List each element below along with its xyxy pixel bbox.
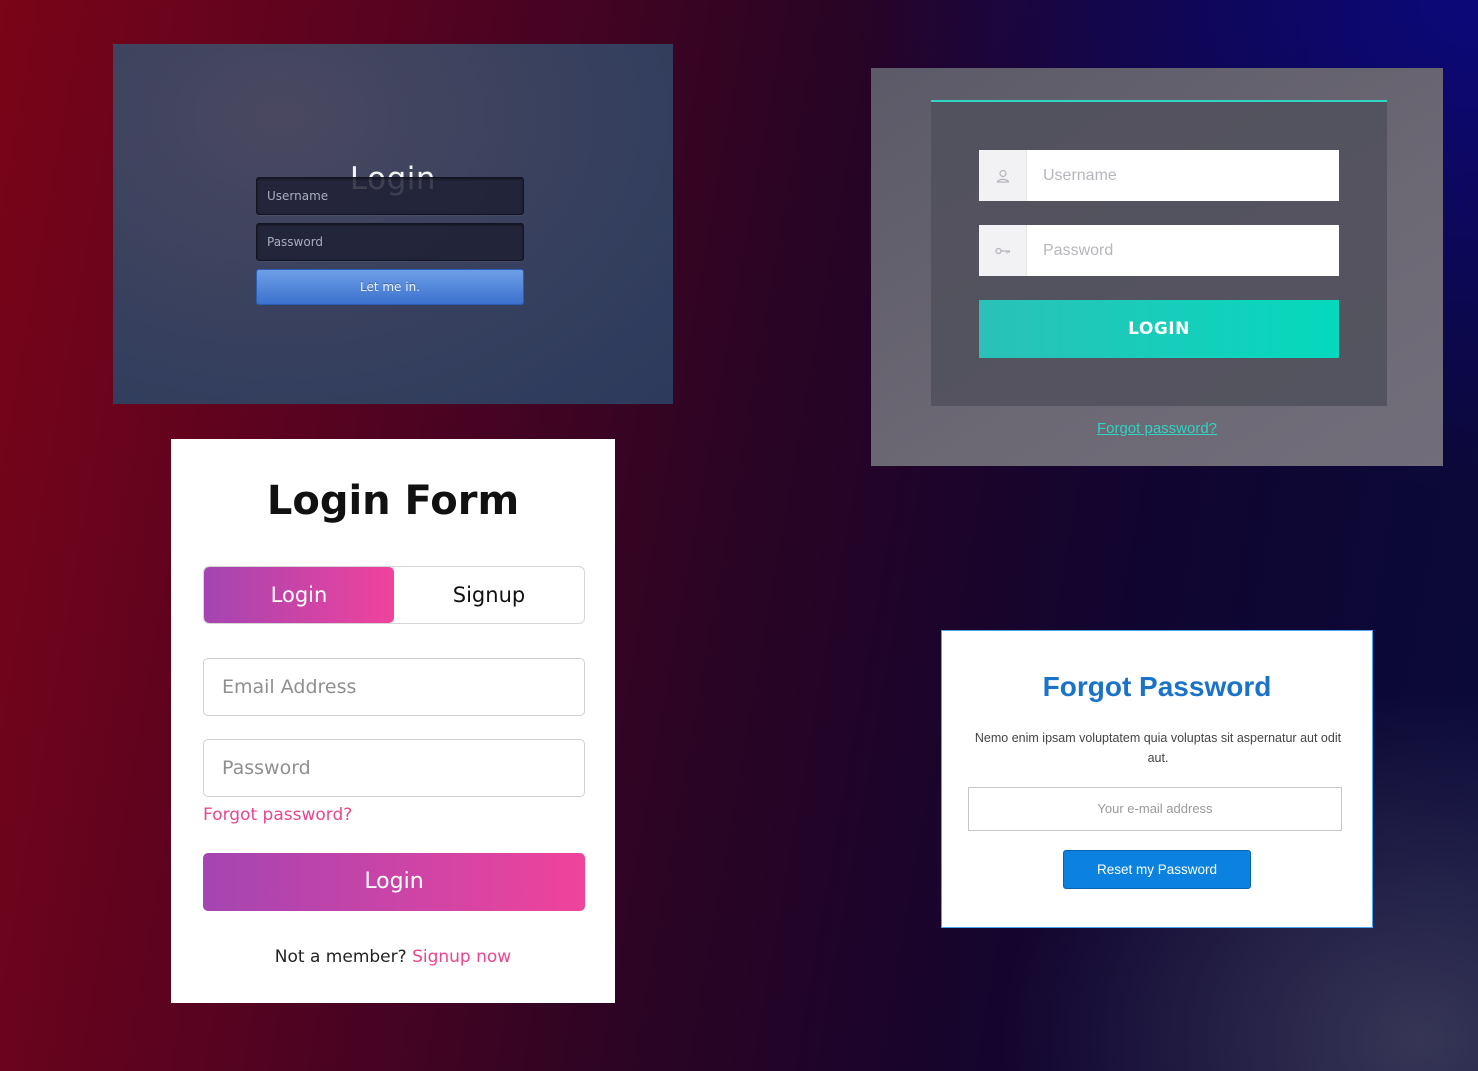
login-signup-tabs: Login Signup xyxy=(203,566,585,624)
member-text: Not a member? xyxy=(274,947,407,967)
reset-password-button[interactable]: Reset my Password xyxy=(1063,850,1251,889)
username-field[interactable]: Username xyxy=(979,150,1339,201)
login-button[interactable]: LOGIN xyxy=(979,300,1339,358)
signup-prompt: Not a member? Signup now xyxy=(171,947,615,967)
login-panel-teal: Username Password LOGIN Forgot password? xyxy=(871,68,1443,466)
password-placeholder: Password xyxy=(1043,242,1114,259)
login-form-panel: Login Form Login Signup Email Address Pa… xyxy=(171,439,615,1003)
password-field[interactable]: Password xyxy=(203,739,585,797)
let-me-in-button[interactable]: Let me in. xyxy=(256,269,524,305)
key-icon xyxy=(979,225,1027,276)
password-input[interactable]: Password xyxy=(256,223,524,261)
tab-signup[interactable]: Signup xyxy=(394,567,584,623)
signup-now-link[interactable]: Signup now xyxy=(412,947,511,967)
forgot-password-panel: Forgot Password Nemo enim ipsam voluptat… xyxy=(941,630,1373,928)
username-placeholder: Username xyxy=(1043,167,1117,184)
password-field[interactable]: Password xyxy=(979,225,1339,276)
login-button[interactable]: Login xyxy=(203,853,585,911)
login-form-title: Login Form xyxy=(266,478,520,524)
tab-login[interactable]: Login xyxy=(204,567,394,623)
username-input[interactable]: Username xyxy=(256,177,524,215)
forgot-password-link[interactable]: Forgot password? xyxy=(871,420,1443,437)
login-card: Username Password LOGIN xyxy=(931,100,1387,406)
forgot-password-title: Forgot Password xyxy=(1042,671,1272,702)
forgot-password-link[interactable]: Forgot password? xyxy=(203,805,352,825)
email-field[interactable]: Email Address xyxy=(203,658,585,716)
forgot-password-description: Nemo enim ipsam voluptatem quia voluptas… xyxy=(974,731,1342,765)
user-icon xyxy=(979,150,1027,201)
email-input[interactable]: Your e-mail address xyxy=(968,787,1342,831)
login-panel-dark: Login Username Password Let me in. xyxy=(113,44,673,404)
